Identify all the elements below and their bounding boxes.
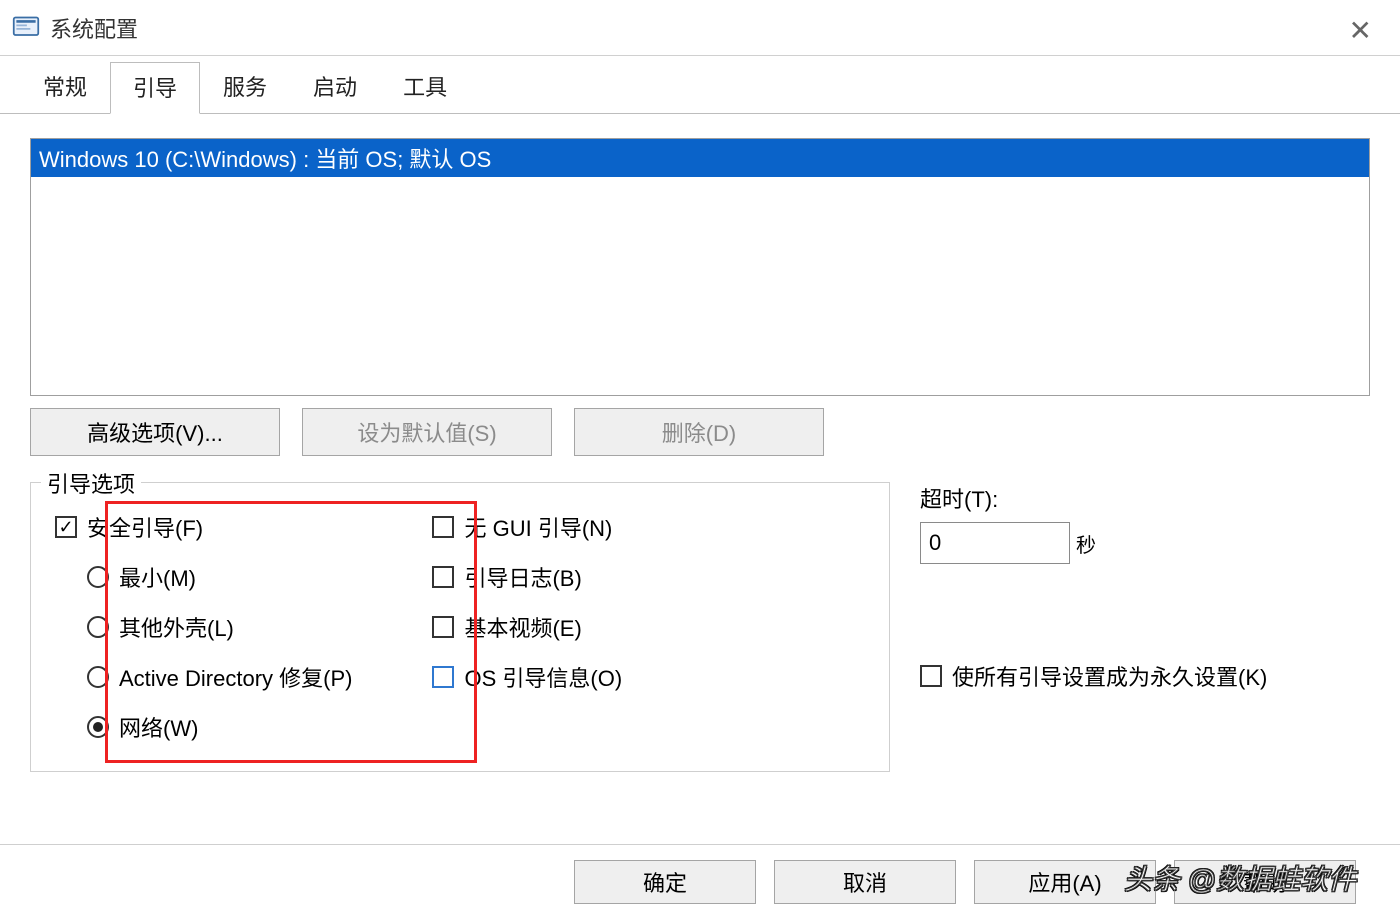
delete-button: 删除(D) — [574, 408, 824, 456]
radio-icon — [87, 716, 109, 738]
bootlog-checkbox[interactable]: 引导日志(B) — [432, 561, 622, 593]
msconfig-icon — [12, 14, 40, 42]
apply-button[interactable]: 应用(A) — [974, 860, 1156, 904]
safeboot-checkbox[interactable]: ✓ 安全引导(F) — [55, 511, 352, 543]
tab-services[interactable]: 服务 — [200, 61, 290, 113]
close-icon[interactable]: ✕ — [1349, 14, 1372, 47]
tab-content: Windows 10 (C:\Windows) : 当前 OS; 默认 OS 高… — [0, 114, 1400, 772]
safeboot-label: 安全引导(F) — [87, 511, 203, 543]
tab-strip: 常规 引导 服务 启动 工具 — [0, 56, 1400, 114]
bootlog-label: 引导日志(B) — [464, 561, 581, 593]
checkbox-icon — [432, 666, 454, 688]
basevideo-label: 基本视频(E) — [464, 611, 581, 643]
nogui-label: 无 GUI 引导(N) — [464, 511, 612, 543]
checkbox-icon — [432, 566, 454, 588]
radio-icon — [87, 566, 109, 588]
timeout-label: 超时(T): — [920, 482, 1370, 514]
make-permanent-label: 使所有引导设置成为永久设置(K) — [952, 660, 1267, 692]
boot-options-group: 引导选项 ✓ 安全引导(F) 最小(M) 其他外壳(L) — [30, 482, 890, 772]
dialog-footer: 确定 取消 应用(A) 帮助 — [0, 844, 1400, 918]
radio-adrepair-label: Active Directory 修复(P) — [119, 661, 352, 693]
os-list-item[interactable]: Windows 10 (C:\Windows) : 当前 OS; 默认 OS — [31, 139, 1369, 177]
tab-general[interactable]: 常规 — [20, 61, 110, 113]
os-listbox[interactable]: Windows 10 (C:\Windows) : 当前 OS; 默认 OS — [30, 138, 1370, 396]
radio-altshell[interactable]: 其他外壳(L) — [87, 611, 352, 643]
tab-startup[interactable]: 启动 — [290, 61, 380, 113]
cancel-button[interactable]: 取消 — [774, 860, 956, 904]
tab-boot[interactable]: 引导 — [110, 62, 200, 114]
timeout-pane: 超时(T): 秒 使所有引导设置成为永久设置(K) — [920, 482, 1370, 772]
checkbox-icon — [432, 516, 454, 538]
radio-icon — [87, 616, 109, 638]
radio-network-label: 网络(W) — [119, 711, 198, 743]
radio-minimal[interactable]: 最小(M) — [87, 561, 352, 593]
set-default-button: 设为默认值(S) — [302, 408, 552, 456]
boot-options-legend: 引导选项 — [41, 467, 141, 499]
make-permanent-checkbox[interactable]: 使所有引导设置成为永久设置(K) — [920, 660, 1370, 692]
title-bar: 系统配置 ✕ — [0, 0, 1400, 56]
nogui-checkbox[interactable]: 无 GUI 引导(N) — [432, 511, 622, 543]
tab-tools[interactable]: 工具 — [380, 61, 470, 113]
basevideo-checkbox[interactable]: 基本视频(E) — [432, 611, 622, 643]
checkmark-icon: ✓ — [55, 516, 77, 538]
ok-button[interactable]: 确定 — [574, 860, 756, 904]
radio-minimal-label: 最小(M) — [119, 561, 196, 593]
osbootinfo-label: OS 引导信息(O) — [464, 661, 622, 693]
checkbox-icon — [920, 665, 942, 687]
radio-adrepair[interactable]: Active Directory 修复(P) — [87, 661, 352, 693]
boot-toolbar: 高级选项(V)... 设为默认值(S) 删除(D) — [30, 408, 1370, 456]
timeout-unit: 秒 — [1076, 529, 1096, 558]
timeout-input[interactable] — [920, 522, 1070, 564]
help-button[interactable]: 帮助 — [1174, 860, 1356, 904]
radio-network[interactable]: 网络(W) — [87, 711, 352, 743]
checkbox-icon — [432, 616, 454, 638]
window-title: 系统配置 — [50, 12, 138, 44]
advanced-options-button[interactable]: 高级选项(V)... — [30, 408, 280, 456]
osbootinfo-checkbox[interactable]: OS 引导信息(O) — [432, 661, 622, 693]
radio-altshell-label: 其他外壳(L) — [119, 611, 234, 643]
radio-icon — [87, 666, 109, 688]
